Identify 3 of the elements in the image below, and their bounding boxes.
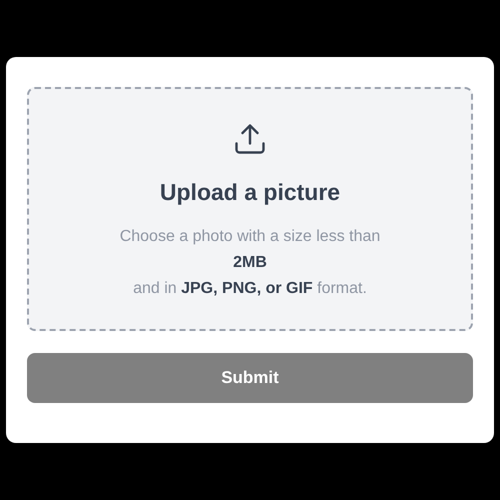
upload-title: Upload a picture: [160, 179, 340, 206]
upload-hint: Choose a photo with a size less than 2MB and in JPG, PNG, or GIF format.: [120, 227, 380, 299]
upload-dropzone[interactable]: Upload a picture Choose a photo with a size less than 2MB and in JPG, PNG, or GIF format.: [27, 87, 473, 331]
